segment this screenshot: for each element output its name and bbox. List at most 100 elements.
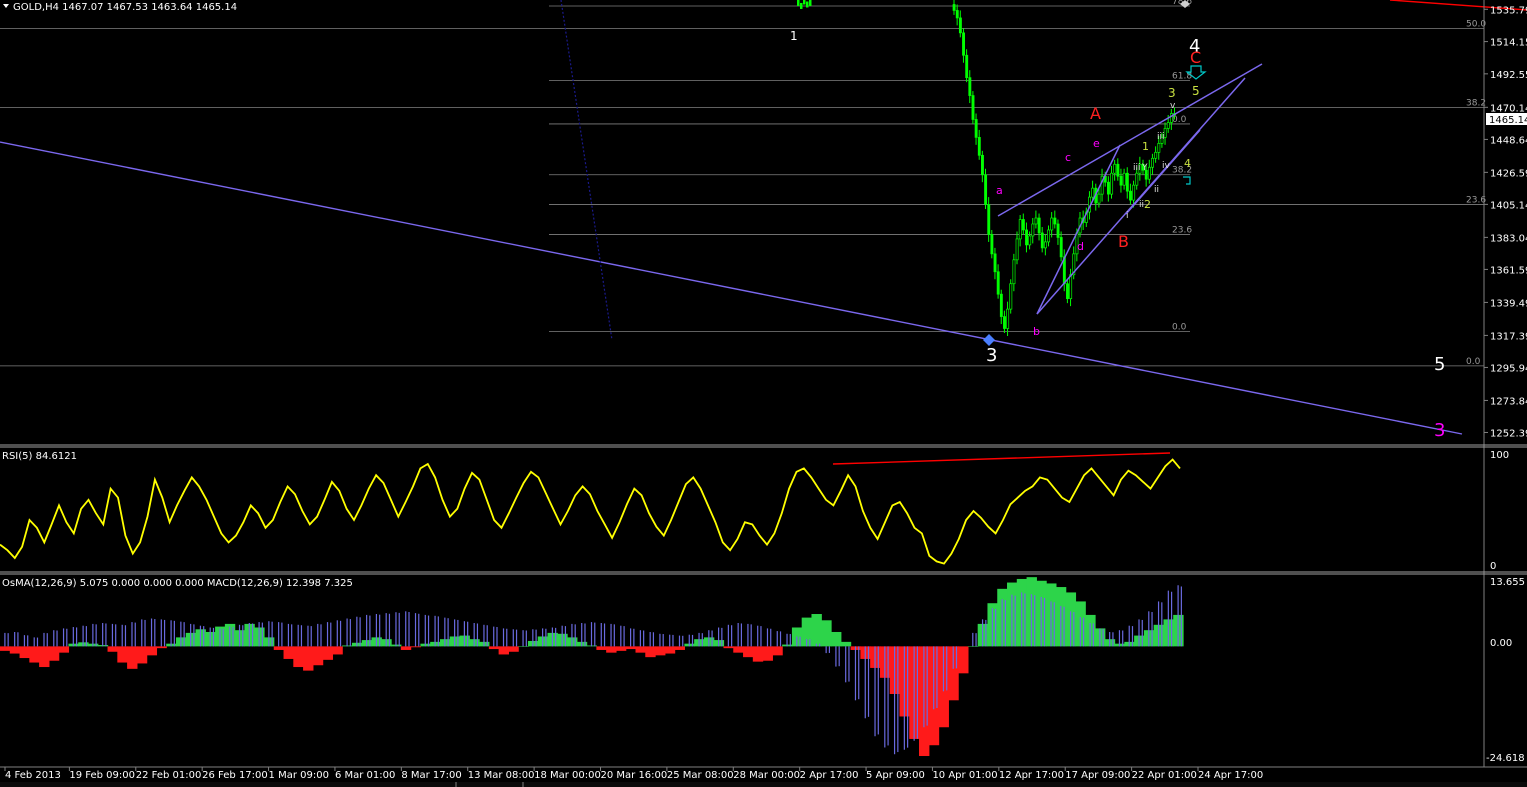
candle[interactable]: [1166, 122, 1170, 129]
candle[interactable]: [803, 0, 806, 5]
candle[interactable]: [1110, 172, 1114, 195]
candle[interactable]: [952, 4, 956, 11]
osma-bar[interactable]: [39, 646, 50, 668]
osma-bar[interactable]: [733, 646, 744, 653]
candle[interactable]: [1135, 172, 1139, 186]
osma-bar[interactable]: [156, 646, 167, 649]
candle[interactable]: [1097, 193, 1101, 204]
candle[interactable]: [1015, 238, 1019, 261]
osma-bar[interactable]: [840, 641, 852, 647]
osma-bar[interactable]: [303, 646, 314, 671]
osma-bar[interactable]: [811, 614, 822, 647]
osma-bar[interactable]: [625, 646, 637, 650]
osma-bar[interactable]: [615, 646, 627, 651]
candle[interactable]: [809, 0, 812, 6]
candle[interactable]: [984, 174, 988, 205]
candle[interactable]: [1031, 223, 1035, 237]
osma-bar[interactable]: [410, 646, 422, 648]
candle[interactable]: [987, 204, 991, 235]
candle[interactable]: [990, 234, 994, 255]
candle[interactable]: [806, 1, 809, 8]
candle[interactable]: [1021, 219, 1025, 231]
osma-bar[interactable]: [498, 646, 509, 655]
candle[interactable]: [977, 137, 981, 156]
candle[interactable]: [965, 54, 969, 79]
osma-bar[interactable]: [831, 631, 842, 647]
osma-bar[interactable]: [283, 646, 294, 659]
osma-bar[interactable]: [117, 646, 128, 663]
candle[interactable]: [1047, 229, 1051, 243]
candle[interactable]: [1106, 181, 1110, 195]
osma-bar[interactable]: [664, 646, 676, 654]
candle[interactable]: [958, 17, 962, 34]
candle[interactable]: [1116, 163, 1120, 177]
osma-bar[interactable]: [762, 646, 773, 661]
osma-bar[interactable]: [958, 646, 969, 674]
osma-bar[interactable]: [508, 646, 519, 652]
candle[interactable]: [1056, 223, 1060, 238]
candle[interactable]: [1069, 274, 1073, 300]
candle[interactable]: [1003, 316, 1006, 329]
osma-bar[interactable]: [9, 646, 21, 654]
candle[interactable]: [999, 293, 1003, 317]
candle[interactable]: [974, 119, 978, 138]
osma-bar[interactable]: [655, 646, 666, 656]
candle[interactable]: [797, 0, 800, 6]
candle[interactable]: [980, 154, 984, 176]
candle[interactable]: [1091, 187, 1095, 198]
osma-bar[interactable]: [674, 646, 685, 650]
candle[interactable]: [1154, 151, 1158, 159]
candle[interactable]: [1129, 190, 1132, 201]
candle[interactable]: [1009, 283, 1013, 310]
osma-bar[interactable]: [723, 646, 734, 649]
osma-bar[interactable]: [0, 646, 11, 651]
osma-bar[interactable]: [312, 646, 324, 666]
osma-bar[interactable]: [752, 646, 764, 662]
osma-bar[interactable]: [518, 646, 529, 647]
candle[interactable]: [1050, 217, 1054, 231]
osma-bar[interactable]: [322, 646, 334, 660]
candle[interactable]: [996, 271, 1000, 295]
candle[interactable]: [1037, 217, 1041, 234]
candle[interactable]: [971, 95, 975, 120]
candle[interactable]: [1006, 308, 1010, 329]
osma-bar[interactable]: [596, 646, 607, 650]
osma-bar[interactable]: [635, 646, 646, 653]
candle[interactable]: [993, 253, 997, 273]
osma-bar[interactable]: [293, 646, 304, 668]
osma-bar[interactable]: [48, 646, 60, 661]
candle[interactable]: [1034, 217, 1038, 225]
candle[interactable]: [1028, 235, 1032, 246]
osma-bar[interactable]: [772, 646, 783, 656]
candle[interactable]: [1132, 184, 1136, 201]
osma-bar[interactable]: [743, 646, 754, 658]
candle[interactable]: [1113, 163, 1117, 174]
candle[interactable]: [1157, 143, 1161, 153]
osma-bar[interactable]: [19, 646, 30, 659]
osma-bar[interactable]: [29, 646, 40, 663]
candle[interactable]: [1025, 229, 1028, 246]
osma-bar[interactable]: [127, 646, 138, 669]
candle[interactable]: [1125, 172, 1129, 192]
osma-bar[interactable]: [645, 646, 656, 658]
candle[interactable]: [955, 10, 959, 19]
candle[interactable]: [1151, 157, 1154, 168]
candle[interactable]: [1040, 232, 1044, 249]
candle[interactable]: [962, 32, 966, 56]
candle[interactable]: [1147, 166, 1151, 180]
candle[interactable]: [1043, 241, 1047, 249]
osma-bar[interactable]: [146, 646, 158, 656]
osma-bar[interactable]: [332, 646, 343, 655]
candle[interactable]: [1066, 283, 1069, 300]
candle[interactable]: [968, 77, 972, 96]
candle[interactable]: [1119, 175, 1123, 186]
osma-bar[interactable]: [488, 646, 500, 650]
candle[interactable]: [800, 2, 803, 9]
osma-bar[interactable]: [136, 646, 148, 664]
candle[interactable]: [1059, 237, 1063, 258]
candle[interactable]: [1012, 259, 1016, 285]
osma-bar[interactable]: [400, 646, 412, 650]
candle[interactable]: [1018, 219, 1022, 240]
candle[interactable]: [1122, 172, 1126, 186]
osma-bar[interactable]: [821, 620, 832, 647]
